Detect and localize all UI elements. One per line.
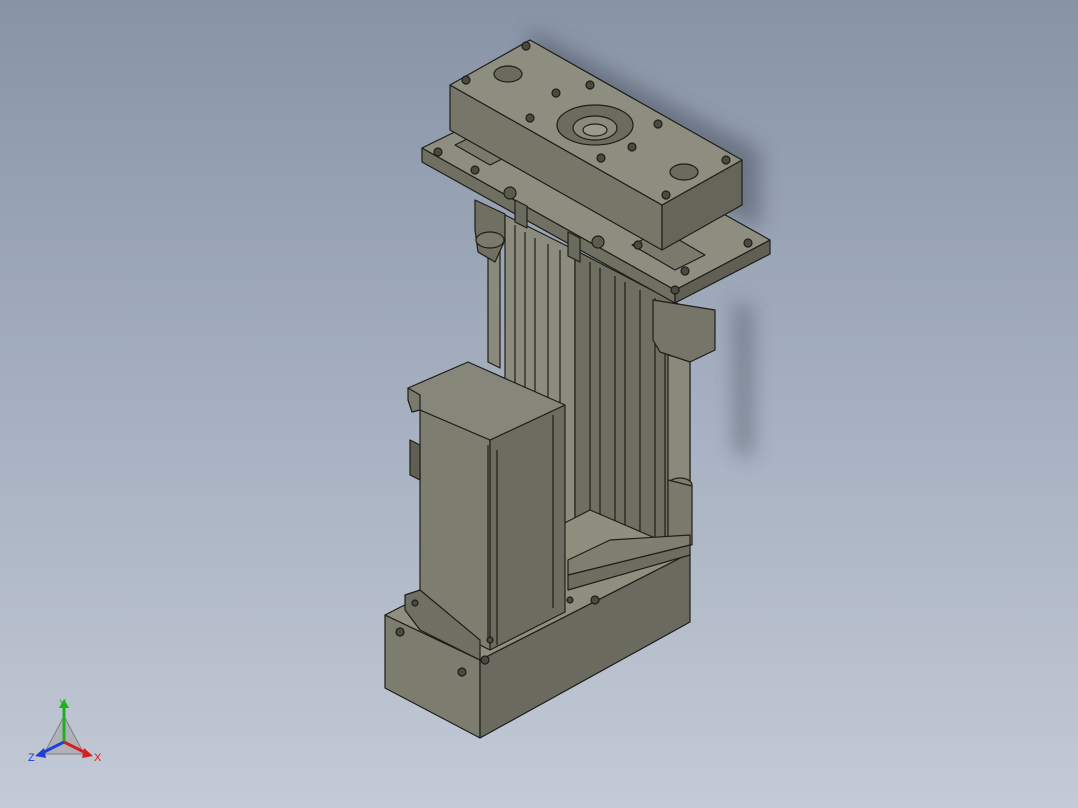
y-axis-label: Y [59,698,67,710]
z-axis-arrowhead [35,748,46,758]
orientation-triad[interactable]: Y X Z [26,694,106,770]
left-guide-rod [474,199,506,369]
graphics-viewport[interactable]: Y X Z [0,0,1078,808]
x-axis-arrowhead [82,748,93,758]
servo-motor [404,361,574,661]
z-axis-label: Z [28,752,35,764]
x-axis-label: X [94,752,102,764]
cad-model-linear-actuator[interactable] [0,0,1078,808]
